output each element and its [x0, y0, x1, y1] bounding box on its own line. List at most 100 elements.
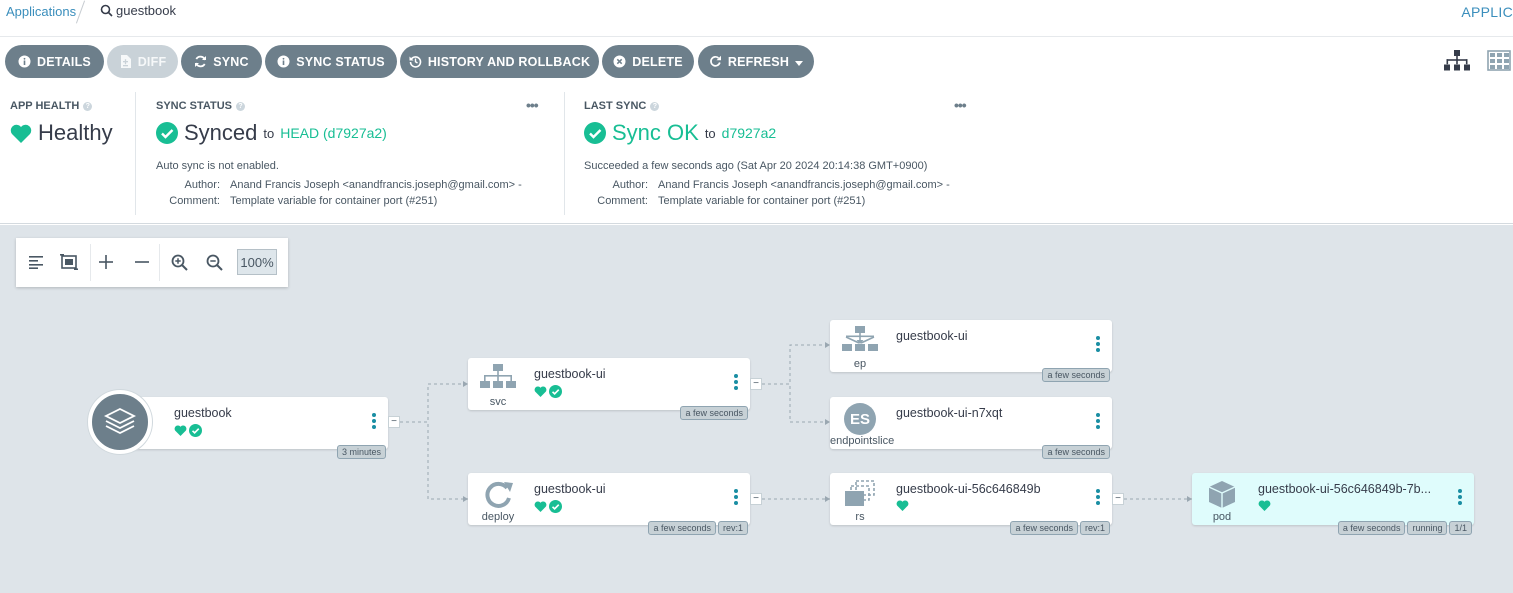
- last-sync-comment-row: Comment: Template variable for container…: [584, 195, 865, 207]
- node-ep[interactable]: ep guestbook-ui a few seconds: [830, 320, 1112, 382]
- node-endpointslice[interactable]: ES endpointslice guestbook-ui-n7xqt a fe…: [830, 397, 1112, 459]
- node-svc[interactable]: svc guestbook-ui a few seconds: [468, 358, 750, 420]
- node-menu-icon[interactable]: [1095, 413, 1101, 433]
- refresh-button[interactable]: REFRESH: [698, 45, 814, 78]
- delete-icon: [613, 55, 626, 68]
- node-kind: pod: [1212, 511, 1232, 523]
- node-pod[interactable]: pod guestbook-ui-56c646849b-7b... a few …: [1192, 473, 1474, 535]
- help-icon[interactable]: ?: [236, 101, 245, 111]
- grid-view-icon[interactable]: [1487, 50, 1513, 72]
- node-status: [1258, 500, 1271, 511]
- more-options-icon[interactable]: •••: [954, 97, 967, 113]
- heart-icon: [1258, 500, 1271, 511]
- check-circle-icon: [189, 424, 202, 437]
- last-sync-revision-link[interactable]: d7927a2: [722, 125, 777, 141]
- age-tag: a few seconds: [1337, 521, 1406, 535]
- node-name: guestbook: [174, 406, 232, 420]
- revision-tag: rev:1: [1079, 521, 1110, 535]
- check-circle-icon: [584, 122, 606, 144]
- align-left-icon[interactable]: [24, 250, 48, 274]
- last-sync-to-label: to: [704, 125, 716, 141]
- node-menu-icon[interactable]: [371, 413, 377, 433]
- state-tag: running: [1407, 521, 1448, 535]
- node-menu-icon[interactable]: [733, 374, 739, 394]
- help-icon[interactable]: ?: [83, 101, 93, 111]
- details-button[interactable]: DETAILS: [5, 45, 104, 78]
- edge-svc-ep: [762, 344, 830, 385]
- app-health-title: APP HEALTH ?: [10, 100, 93, 112]
- age-tag: a few seconds: [648, 521, 716, 535]
- caret-down-icon: [795, 55, 804, 69]
- collapse-toggle[interactable]: −: [750, 493, 762, 505]
- sync-status-button[interactable]: SYNC STATUS: [265, 45, 397, 78]
- breadcrumb-current[interactable]: guestbook: [100, 3, 176, 18]
- comment-label: Comment:: [169, 195, 220, 207]
- node-tags: a few seconds rev:1: [1010, 521, 1110, 535]
- author-label: Author:: [612, 179, 648, 191]
- top-bar: Applications guestbook APPLIC: [0, 0, 1513, 37]
- breadcrumb-separator: [75, 0, 86, 24]
- node-name: guestbook-ui-56c646849b-7b...: [1258, 482, 1432, 496]
- diff-button[interactable]: DIFF: [107, 45, 178, 78]
- zoom-level-input[interactable]: 100%: [237, 249, 277, 275]
- zoom-out-icon[interactable]: [202, 250, 226, 274]
- sync-label: SYNC: [213, 54, 249, 69]
- sync-status-label: SYNC STATUS: [296, 54, 385, 69]
- sync-to-label: to: [263, 125, 275, 141]
- fit-screen-icon[interactable]: [57, 250, 81, 274]
- node-menu-icon[interactable]: [1095, 336, 1101, 356]
- help-icon[interactable]: ?: [650, 101, 660, 111]
- node-status: [534, 385, 562, 398]
- author-value: Anand Francis Joseph <anandfrancis.josep…: [230, 179, 522, 191]
- breadcrumb-current-label: guestbook: [116, 3, 176, 18]
- node-kind: deploy: [481, 511, 515, 523]
- node-menu-icon[interactable]: [1095, 489, 1101, 509]
- revision-tag: rev:1: [717, 521, 748, 535]
- author-label: Author:: [184, 179, 220, 191]
- edge-svc-endpointslice: [762, 383, 830, 423]
- details-label: DETAILS: [37, 54, 91, 69]
- collapse-toggle[interactable]: −: [388, 416, 400, 428]
- node-deploy[interactable]: deploy guestbook-ui a few seconds rev:1: [468, 473, 750, 535]
- node-rs[interactable]: rs guestbook-ui-56c646849b a few seconds…: [830, 473, 1112, 535]
- node-kind: ep: [853, 358, 867, 370]
- refresh-icon: [709, 55, 722, 68]
- more-options-icon[interactable]: •••: [526, 97, 539, 113]
- node-tags: a few seconds running 1/1: [1337, 521, 1472, 535]
- info-icon: [18, 55, 31, 68]
- sync-comment-row: Comment: Template variable for container…: [156, 195, 437, 207]
- node-kind: rs: [855, 511, 865, 523]
- sync-button[interactable]: SYNC: [181, 45, 262, 78]
- sync-status-value: Synced to HEAD (d7927a2): [156, 120, 387, 146]
- last-sync-title-text: LAST SYNC: [584, 100, 647, 112]
- node-menu-icon[interactable]: [733, 489, 739, 509]
- sync-revision-link[interactable]: HEAD (d7927a2): [280, 125, 387, 141]
- auto-sync-note: Auto sync is not enabled.: [156, 160, 279, 172]
- node-menu-icon[interactable]: [1457, 489, 1463, 509]
- check-circle-icon: [156, 122, 178, 144]
- resource-graph: 100% guestbook 3 minutes − svc guestbook…: [0, 225, 1513, 593]
- app-health-value: Healthy: [10, 120, 113, 146]
- refresh-label: REFRESH: [727, 54, 790, 69]
- tree-view-icon[interactable]: [1444, 50, 1470, 72]
- node-name: guestbook-ui: [896, 329, 968, 343]
- collapse-toggle[interactable]: −: [1112, 493, 1124, 505]
- zoom-in-icon[interactable]: [167, 250, 191, 274]
- collapse-toggle[interactable]: −: [750, 378, 762, 390]
- toolbar: DETAILS DIFF SYNC SYNC STATUS HISTORY AN…: [0, 38, 1513, 88]
- expand-plus-icon[interactable]: [94, 250, 118, 274]
- sync-status-text: Synced: [184, 120, 258, 145]
- divider: [159, 244, 160, 281]
- heart-icon: [10, 124, 32, 143]
- node-tags: 3 minutes: [336, 445, 386, 459]
- collapse-minus-icon[interactable]: [130, 250, 154, 274]
- node-application[interactable]: guestbook 3 minutes: [120, 397, 388, 459]
- application-icon[interactable]: [88, 390, 152, 454]
- delete-button[interactable]: DELETE: [602, 45, 694, 78]
- breadcrumb-applications-link[interactable]: Applications: [6, 4, 76, 19]
- check-circle-icon: [549, 385, 562, 398]
- last-sync-author-row: Author: Anand Francis Joseph <anandfranc…: [584, 179, 950, 191]
- ready-tag: 1/1: [1449, 521, 1472, 535]
- history-rollback-button[interactable]: HISTORY AND ROLLBACK: [400, 45, 599, 78]
- author-value: Anand Francis Joseph <anandfrancis.josep…: [658, 179, 950, 191]
